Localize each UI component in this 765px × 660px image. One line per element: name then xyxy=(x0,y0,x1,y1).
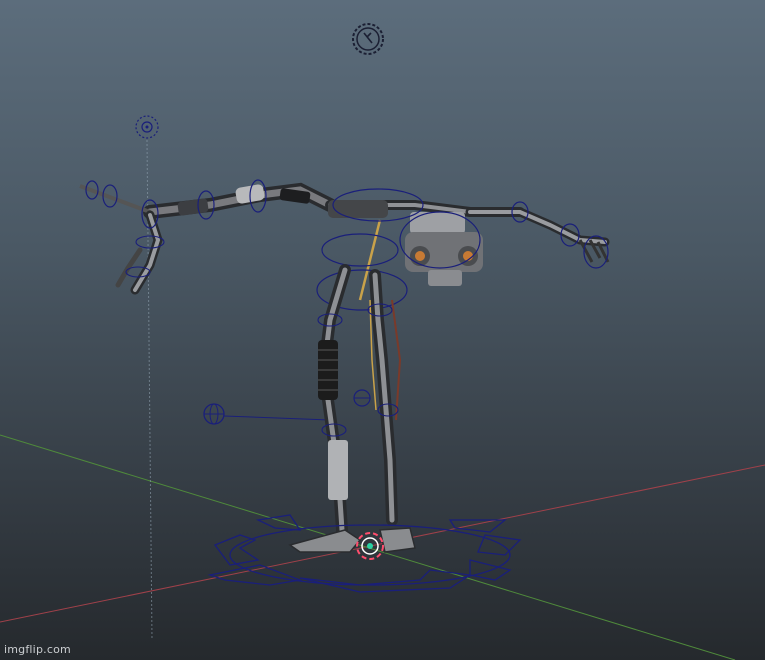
feet[interactable] xyxy=(288,527,416,553)
right-arm[interactable] xyxy=(465,201,610,269)
locator-icon[interactable] xyxy=(135,115,159,139)
pole-vector-control[interactable] xyxy=(203,403,331,425)
3d-viewport[interactable]: imgflip.com xyxy=(0,0,765,660)
gear-icon[interactable] xyxy=(352,23,384,55)
torso[interactable] xyxy=(316,188,525,311)
left-leg[interactable] xyxy=(317,264,351,536)
pole-vector-control-right[interactable] xyxy=(353,389,371,407)
left-arm[interactable] xyxy=(79,179,337,295)
right-leg[interactable] xyxy=(367,269,402,526)
watermark: imgflip.com xyxy=(4,643,71,656)
scene-canvas[interactable] xyxy=(0,0,765,660)
